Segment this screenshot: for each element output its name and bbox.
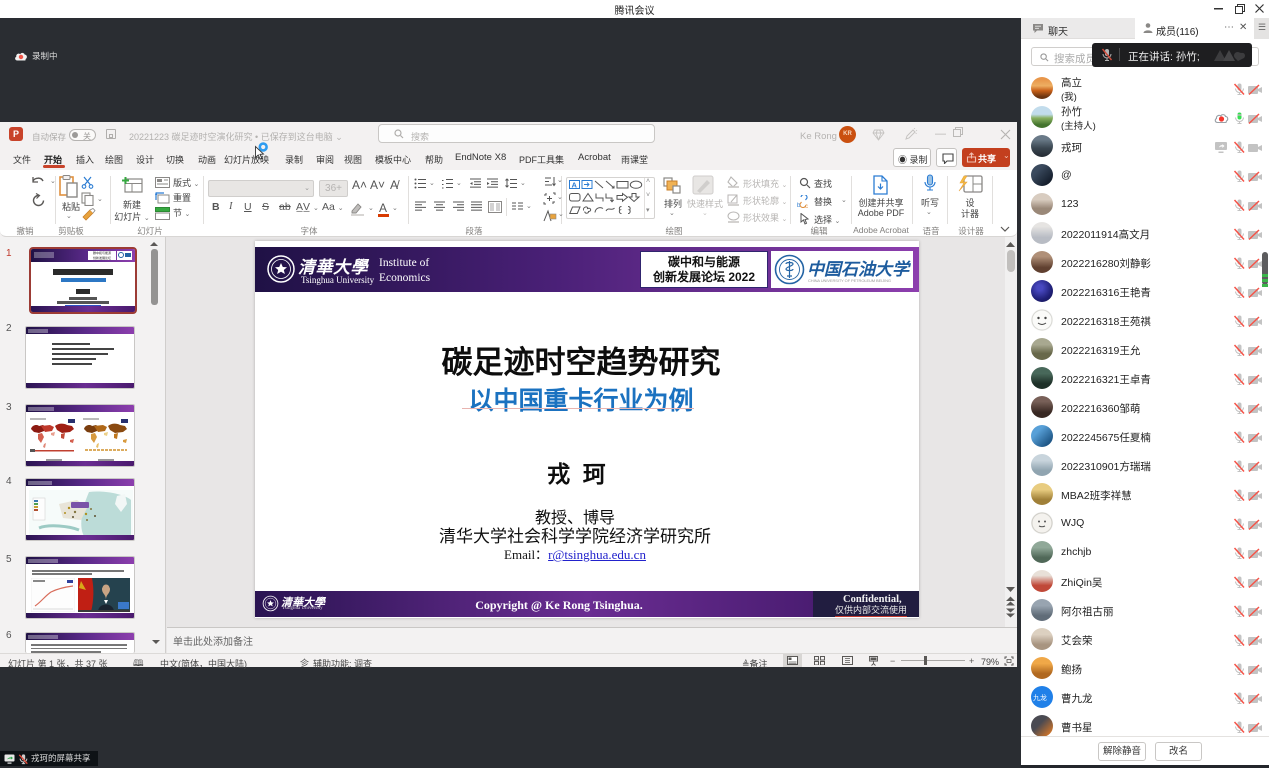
svg-text:c: c xyxy=(805,204,808,208)
svg-text:A: A xyxy=(572,181,578,190)
